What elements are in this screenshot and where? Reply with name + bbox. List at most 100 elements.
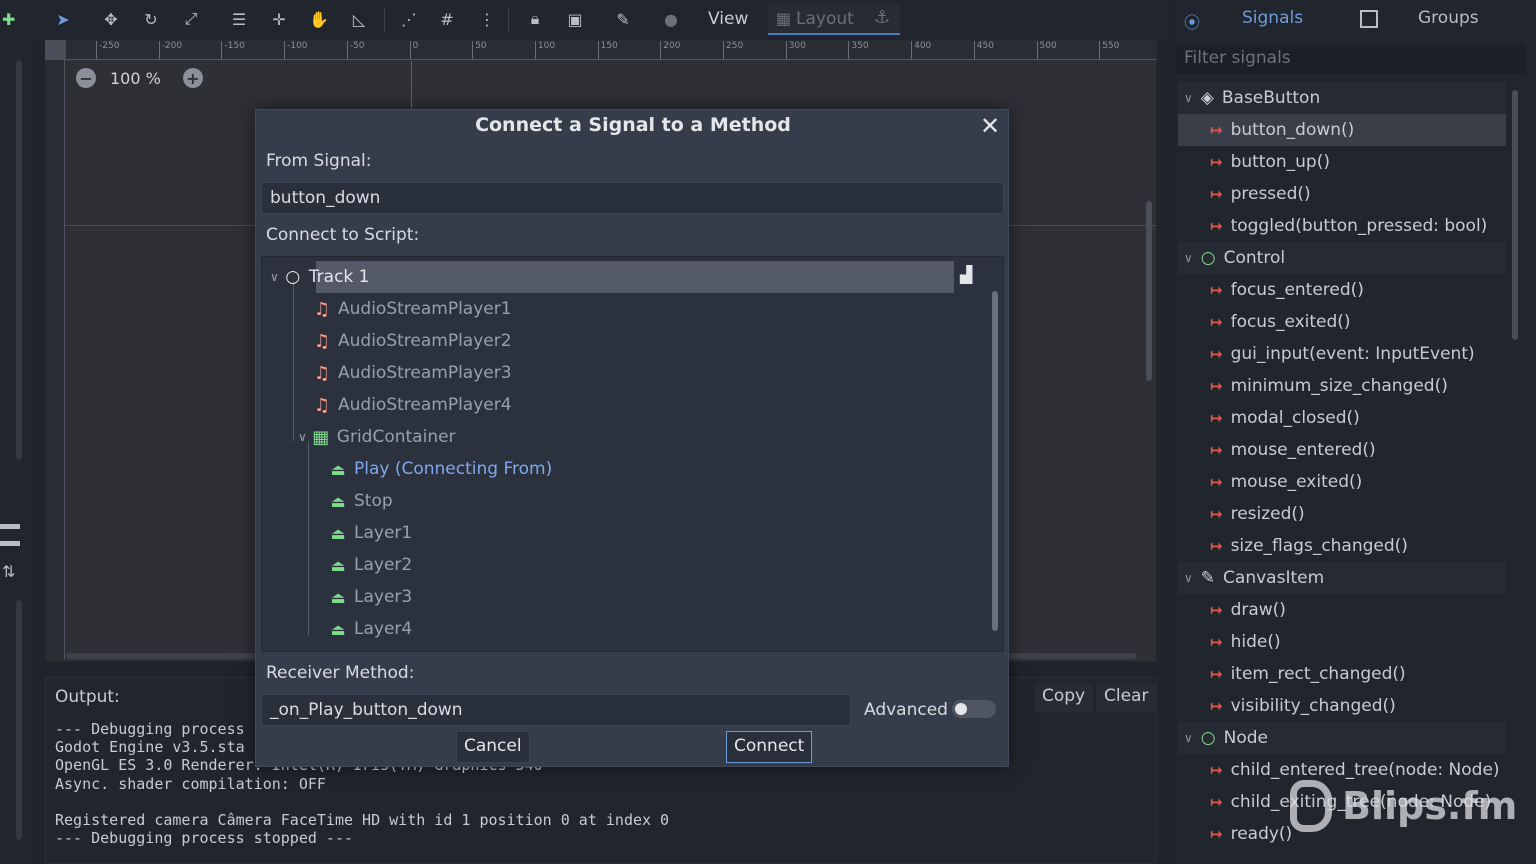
ruler-corner [45,40,66,60]
smart-snap-icon[interactable]: ⋰ [398,8,420,30]
add-node-icon[interactable]: ✚ [2,10,15,29]
connect-signal-dialog: Connect a Signal to a Method ✕ From Sign… [255,109,1009,767]
tab-groups[interactable]: Groups [1418,8,1479,28]
signal-section[interactable]: ∨ ○ Control [1178,242,1506,274]
signal-section[interactable]: ∨ ◈ BaseButton [1178,82,1506,114]
tree-item-content: ⏏ Layer1 [262,523,412,543]
skeleton-icon[interactable]: ✎ [612,8,634,30]
zoom-controls: − 100 % + [76,66,203,90]
tree-item-content: ⏏ Play (Connecting From) [262,459,552,479]
signal-section[interactable]: ∨ ○ Node [1178,722,1506,754]
ruler-tool-icon[interactable]: ◺ [348,8,370,30]
signal-item[interactable]: ↦ visibility_changed() [1178,690,1506,722]
tree-item[interactable]: ♫ AudioStreamPlayer1 [262,293,962,325]
rotate-tool-icon[interactable]: ↻ [140,8,162,30]
tree-item-content: ∨ ○ Track 1 [262,267,370,287]
pivot-tool-icon[interactable]: ✛ [268,8,290,30]
close-icon[interactable]: ✕ [980,112,1000,140]
left-scrollbar-lower[interactable] [16,600,22,840]
signal-item[interactable]: ↦ pressed() [1178,178,1506,210]
chevron-down-icon[interactable]: ∨ [1184,731,1193,745]
signal-item[interactable]: ↦ resized() [1178,498,1506,530]
signal-arrow-icon: ↦ [1210,121,1223,139]
tab-signals[interactable]: Signals [1242,8,1303,28]
circle-icon: ○ [1200,728,1216,748]
signal-item[interactable]: ↦ gui_input(event: InputEvent) [1178,338,1506,370]
tree-item[interactable]: ♫ AudioStreamPlayer3 [262,357,962,389]
chevron-down-icon[interactable]: ∨ [270,270,279,284]
signals-scrollbar[interactable] [1512,90,1518,340]
audio-icon: ♫ [313,298,331,320]
output-line: Registered camera Câmera FaceTime HD wit… [55,810,670,829]
left-scrollbar[interactable] [16,60,22,460]
from-signal-field[interactable]: button_down [261,182,1004,214]
signal-item[interactable]: ↦ item_rect_changed() [1178,658,1506,690]
scale-tool-icon[interactable]: ⤢ [180,8,202,30]
zoom-in-icon[interactable]: + [182,68,203,88]
connect-button[interactable]: Connect [726,731,813,763]
sort-icon[interactable]: ⇅ [2,562,15,581]
signal-item[interactable]: ↦ mouse_exited() [1178,466,1506,498]
signal-item[interactable]: ↦ toggled(button_pressed: bool) [1178,210,1506,242]
signal-section[interactable]: ∨ ✎ CanvasItem [1178,562,1506,594]
signal-item[interactable]: ↦ hide() [1178,626,1506,658]
select-tool-icon[interactable]: ➤ [52,8,74,30]
move-tool-icon[interactable]: ✥ [100,8,122,30]
signal-item[interactable]: ↦ button_up() [1178,146,1506,178]
output-line: Async. shader compilation: OFF [55,774,326,793]
layout-menu[interactable]: ▦ Layout ⚓︎ [768,3,900,35]
signal-item[interactable]: ↦ minimum_size_changed() [1178,370,1506,402]
signal-arrow-icon: ↦ [1210,761,1223,779]
clear-button[interactable]: Clear [1096,684,1157,712]
signal-label: focus_entered() [1230,280,1364,300]
zoom-out-icon[interactable]: − [76,68,96,88]
tree-item-content: ∨ ▦ GridContainer [262,427,456,448]
group-icon[interactable]: ▣ [564,8,586,30]
tree-item[interactable]: ♫ AudioStreamPlayer2 [262,325,962,357]
chevron-down-icon[interactable]: ∨ [1184,251,1193,265]
scene-tree-scrollbar[interactable] [992,291,998,631]
view-menu[interactable]: View [708,9,748,29]
signal-label: CanvasItem [1223,568,1325,588]
tree-item[interactable]: ⏏ Layer4 [262,613,962,645]
canvas-toolbar: ➤ ✥ ↻ ⤢ ☰ ✛ ✋ ◺ ⋰ # ⋮ 🔒︎ ▣ ✎ ● View ▦ La… [38,0,1168,40]
tree-item[interactable]: ⏏ Layer1 [262,517,962,549]
tree-item[interactable]: ⏏ Play (Connecting From) [262,453,962,485]
signal-item[interactable]: ↦ modal_closed() [1178,402,1506,434]
chevron-down-icon[interactable]: ∨ [1184,91,1193,105]
viewport-vscroll[interactable] [1146,201,1152,381]
receiver-method-field[interactable]: _on_Play_button_down [261,694,851,726]
chevron-down-icon[interactable]: ∨ [298,430,307,444]
signal-item[interactable]: ↦ focus_exited() [1178,306,1506,338]
tree-item-content: ⏏ Stop [262,491,392,511]
tree-item[interactable]: ⏏ Layer2 [262,549,962,581]
chevron-down-icon[interactable]: ∨ [1184,571,1193,585]
zoom-level[interactable]: 100 % [110,69,161,88]
pan-tool-icon[interactable]: ✋ [308,8,330,30]
menu-icon[interactable] [0,524,20,546]
tree-item[interactable]: ∨ ▦ GridContainer [262,421,962,453]
layout-grid-icon: ▦ [776,9,792,28]
signal-item[interactable]: ↦ button_down() [1178,114,1506,146]
advanced-toggle[interactable] [952,700,996,718]
copy-button[interactable]: Copy [1034,684,1094,712]
tree-item-content: ⏏ Layer2 [262,555,412,575]
signal-item[interactable]: ↦ draw() [1178,594,1506,626]
signal-arrow-icon: ↦ [1210,505,1223,523]
list-select-icon[interactable]: ☰ [228,8,250,30]
signal-item[interactable]: ↦ focus_entered() [1178,274,1506,306]
signal-item[interactable]: ↦ mouse_entered() [1178,434,1506,466]
tree-item[interactable]: ⏏ Layer3 [262,581,962,613]
connect-to-script-label: Connect to Script: [266,225,420,245]
filter-signals-input[interactable]: Filter signals [1176,44,1526,74]
camera-override-icon[interactable]: ● [660,8,682,30]
signal-item[interactable]: ↦ size_flags_changed() [1178,530,1506,562]
grid-snap-icon[interactable]: # [436,8,458,30]
script-attached-icon[interactable]: ▟ [960,265,978,285]
cancel-button[interactable]: Cancel [456,731,530,763]
lock-icon[interactable]: 🔒︎ [524,8,546,30]
tree-item[interactable]: ♫ AudioStreamPlayer4 [262,389,962,421]
tree-item[interactable]: ∨ ○ Track 1 [262,261,962,293]
tree-item[interactable]: ⏏ Stop [262,485,962,517]
more-options-icon[interactable]: ⋮ [476,8,498,30]
